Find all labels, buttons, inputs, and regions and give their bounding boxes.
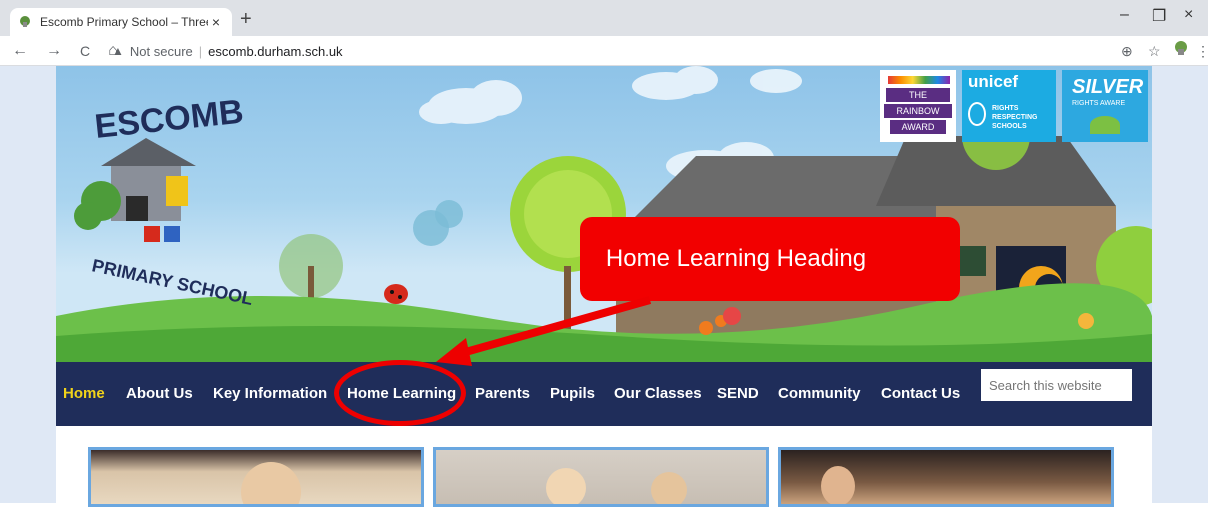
annotation-arrow	[436, 296, 652, 366]
annotation-highlight-ring	[334, 360, 466, 426]
